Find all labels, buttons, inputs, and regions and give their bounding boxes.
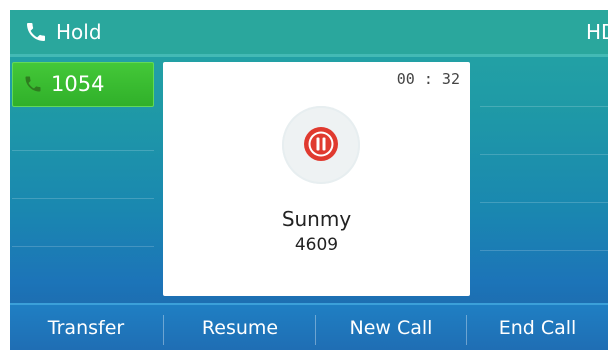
caller-avatar [282,106,360,184]
line-key-empty[interactable] [480,158,608,203]
call-duration: 00 : 32 [396,70,460,88]
line-key-label: 1054 [51,72,105,96]
line-key-empty[interactable] [480,62,608,107]
line-key-empty[interactable] [480,254,608,298]
line-key-empty[interactable] [480,206,608,251]
resume-button[interactable]: Resume [164,305,316,350]
end-call-button[interactable]: End Call [467,305,608,350]
caller-name: Sunmy [281,207,352,231]
status-divider [10,54,608,57]
pause-icon [304,127,338,161]
transfer-button[interactable]: Transfer [10,305,162,350]
status-bar: Hold HD [10,10,608,54]
line-key-empty[interactable] [12,106,154,151]
phone-icon [27,23,45,41]
hd-badge: HD [586,20,608,44]
call-status-title: Hold [56,20,102,44]
line-key-empty[interactable] [12,202,154,247]
phone-screen: Hold HD 1054 00 : 32 Sunmy 4609 [10,10,608,350]
softkey-bar: Transfer Resume New Call End Call [10,303,608,350]
line-key-empty[interactable] [12,250,154,294]
line-key-empty[interactable] [12,154,154,199]
call-card: 00 : 32 Sunmy 4609 [163,62,470,296]
caller-number: 4609 [294,235,339,255]
phone-icon [25,76,41,92]
line-key-active[interactable]: 1054 [12,62,154,107]
new-call-button[interactable]: New Call [316,305,466,350]
line-key-empty[interactable] [480,110,608,155]
